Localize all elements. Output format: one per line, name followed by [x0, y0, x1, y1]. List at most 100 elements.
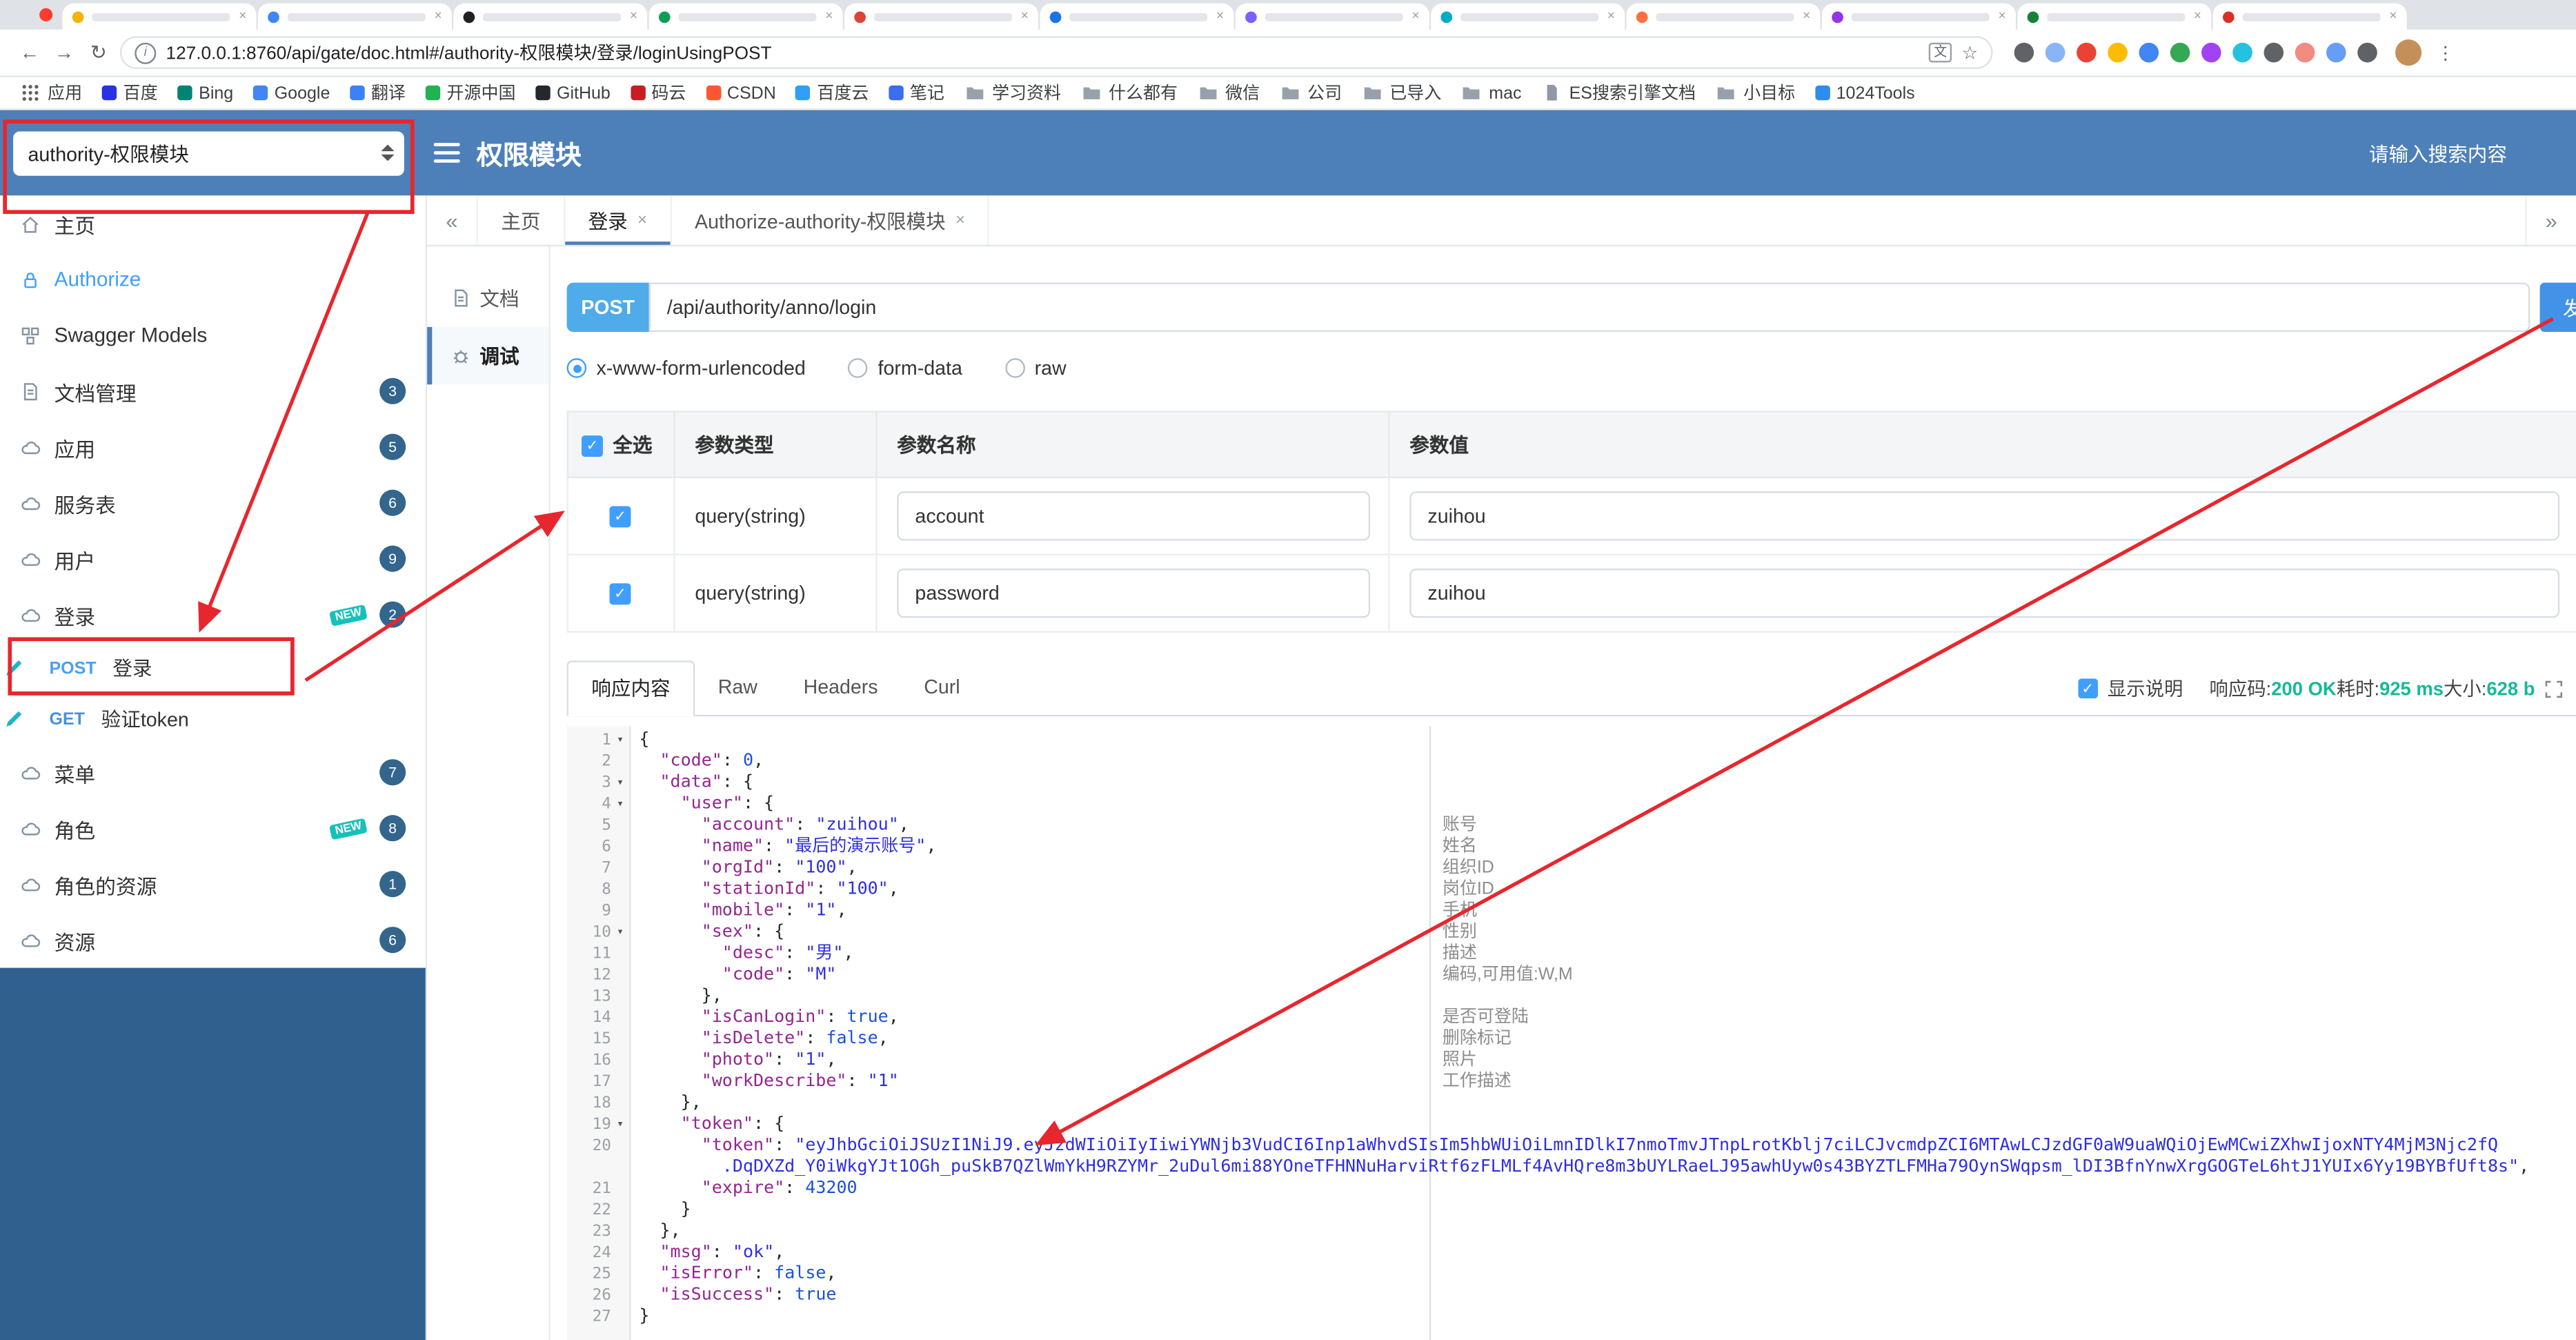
bookmark-item[interactable]: 百度云: [795, 81, 869, 106]
bookmark-item[interactable]: 翻译: [349, 81, 406, 106]
back-button[interactable]: ←: [17, 41, 43, 64]
profile-avatar[interactable]: [2395, 39, 2422, 66]
tab-debug-view[interactable]: 调试: [427, 326, 549, 385]
tab-close-icon[interactable]: ×: [1607, 9, 1615, 23]
bookmark-item[interactable]: 公司: [1280, 81, 1342, 106]
extension-icon[interactable]: [2232, 42, 2252, 63]
browser-tab[interactable]: ×: [2017, 3, 2212, 30]
bookmark-item[interactable]: 微信: [1198, 81, 1260, 106]
extension-icon[interactable]: [2201, 42, 2221, 63]
sidebar-item-login[interactable]: 登录 NEW 2: [0, 587, 426, 642]
fullscreen-icon[interactable]: [2545, 680, 2563, 698]
param-name-input[interactable]: [897, 491, 1371, 541]
sidebar-item-app[interactable]: 应用 5: [0, 419, 426, 475]
sidebar-item-menu[interactable]: 菜单 7: [0, 745, 426, 800]
close-icon[interactable]: ×: [637, 211, 647, 229]
extension-icon[interactable]: [2357, 42, 2377, 63]
sidebar-item-home[interactable]: 主页: [0, 195, 426, 251]
translate-icon[interactable]: 文: [1929, 42, 1952, 63]
param-value-input[interactable]: [1409, 491, 2560, 541]
sidebar-item-role[interactable]: 角色 NEW 8: [0, 800, 426, 856]
tab-close-icon[interactable]: ×: [239, 9, 246, 23]
tab-login[interactable]: 登录 ×: [565, 195, 672, 245]
tab-close-icon[interactable]: ×: [434, 9, 442, 23]
sidebar-item-authorize[interactable]: Authorize: [0, 251, 426, 307]
bookmark-item[interactable]: 1024Tools: [1814, 83, 1915, 103]
row-checkbox[interactable]: ✓: [609, 506, 631, 528]
browser-tab[interactable]: ×: [1235, 3, 1429, 30]
bookmark-item[interactable]: 什么都有: [1081, 81, 1178, 106]
page-info-icon[interactable]: i: [135, 41, 157, 63]
browser-tab[interactable]: ×: [2212, 3, 2407, 30]
sidebar-item-doc-manage[interactable]: 文档管理 3: [0, 363, 426, 419]
sidebar-item-swagger-models[interactable]: Swagger Models: [0, 307, 426, 363]
sidebar-item-resource[interactable]: 资源 6: [0, 912, 426, 968]
fold-caret-icon[interactable]: ▾: [611, 772, 629, 794]
tab-close-icon[interactable]: ×: [1411, 9, 1419, 23]
extension-icon[interactable]: [2263, 42, 2284, 63]
bookmark-item[interactable]: mac: [1461, 82, 1522, 104]
fold-caret-icon[interactable]: ▾: [611, 1114, 629, 1136]
forward-button[interactable]: →: [51, 41, 77, 64]
bookmark-item[interactable]: CSDN: [705, 83, 776, 103]
radio-raw[interactable]: raw: [1004, 357, 1067, 380]
tabs-expand-chevron[interactable]: »: [2525, 195, 2576, 245]
sidebar-item-role-resource[interactable]: 角色的资源 1: [0, 856, 426, 912]
tab-headers[interactable]: Headers: [780, 660, 901, 715]
tab-close-icon[interactable]: ×: [1216, 9, 1224, 23]
param-name-input[interactable]: [897, 568, 1371, 618]
url-bar[interactable]: i 127.0.0.1:8760/api/gate/doc.html#/auth…: [119, 36, 1993, 70]
radio-x-www-form-urlencoded[interactable]: x-www-form-urlencoded: [566, 357, 806, 380]
bookmark-item[interactable]: 学习资料: [964, 81, 1061, 106]
request-path-input[interactable]: [648, 282, 2530, 333]
bookmark-item[interactable]: GitHub: [535, 83, 611, 103]
browser-tab[interactable]: ×: [844, 3, 1039, 30]
radio-form-data[interactable]: form-data: [848, 357, 962, 380]
show-desc-checkbox[interactable]: ✓: [2077, 678, 2098, 699]
bookmark-item[interactable]: 小目标: [1716, 81, 1795, 106]
menu-toggle-icon[interactable]: [433, 143, 460, 163]
tab-doc-view[interactable]: 文档: [427, 270, 548, 327]
sidebar-api-post-登录[interactable]: POST 登录: [0, 642, 426, 693]
tab-close-icon[interactable]: ×: [630, 9, 637, 23]
bookmark-item[interactable]: 码云: [630, 81, 686, 106]
browser-tab[interactable]: ×: [62, 3, 257, 30]
tab-curl[interactable]: Curl: [901, 660, 983, 715]
bookmark-star-icon[interactable]: ☆: [1962, 42, 1979, 63]
browser-tab[interactable]: ×: [257, 3, 452, 30]
browser-tab[interactable]: ×: [1821, 3, 2016, 30]
extension-icon[interactable]: [2108, 42, 2128, 63]
tab-authorize-module[interactable]: Authorize-authority-权限模块 ×: [672, 195, 990, 245]
module-select[interactable]: authority-权限模块: [13, 130, 404, 175]
tab-close-icon[interactable]: ×: [1999, 9, 2006, 23]
browser-tab[interactable]: ×: [453, 3, 648, 30]
response-editor[interactable]: 1 ▾{2 "code": 0, 3 ▾ "data": {4 ▾ "user": {5…: [566, 726, 2576, 1340]
tabs-collapse-chevron[interactable]: «: [427, 195, 478, 245]
reload-button[interactable]: ↻: [86, 41, 112, 64]
send-button[interactable]: 发送: [2539, 282, 2576, 333]
browser-menu-icon[interactable]: ⋮: [2437, 42, 2455, 63]
tab-home[interactable]: 主页: [478, 195, 566, 245]
sidebar-item-service[interactable]: 服务表 6: [0, 475, 426, 531]
extension-icon[interactable]: [2170, 42, 2190, 63]
extension-icon[interactable]: [2077, 42, 2097, 63]
extension-icon[interactable]: [2295, 42, 2315, 63]
select-all-checkbox[interactable]: ✓: [582, 435, 603, 457]
bookmark-item[interactable]: 开源中国: [425, 81, 515, 106]
extension-icon[interactable]: [2045, 42, 2065, 63]
extension-icon[interactable]: [2326, 42, 2346, 63]
tab-response-content[interactable]: 响应内容: [566, 660, 695, 717]
sidebar-item-user[interactable]: 用户 9: [0, 531, 426, 587]
sidebar-api-get-验证token[interactable]: GET 验证token: [0, 693, 426, 745]
search-input[interactable]: 请输入搜索内容: [2369, 139, 2507, 166]
tab-close-icon[interactable]: ×: [2389, 9, 2397, 23]
browser-tab[interactable]: ×: [648, 3, 843, 30]
tab-close-icon[interactable]: ×: [825, 9, 833, 23]
fold-caret-icon[interactable]: ▾: [611, 922, 629, 943]
fold-caret-icon[interactable]: ▾: [611, 729, 629, 751]
bookmark-item[interactable]: Bing: [177, 83, 233, 103]
extension-icon[interactable]: [2139, 42, 2159, 63]
tab-close-icon[interactable]: ×: [2194, 9, 2201, 23]
tab-raw[interactable]: Raw: [695, 660, 780, 715]
row-checkbox[interactable]: ✓: [609, 583, 631, 605]
